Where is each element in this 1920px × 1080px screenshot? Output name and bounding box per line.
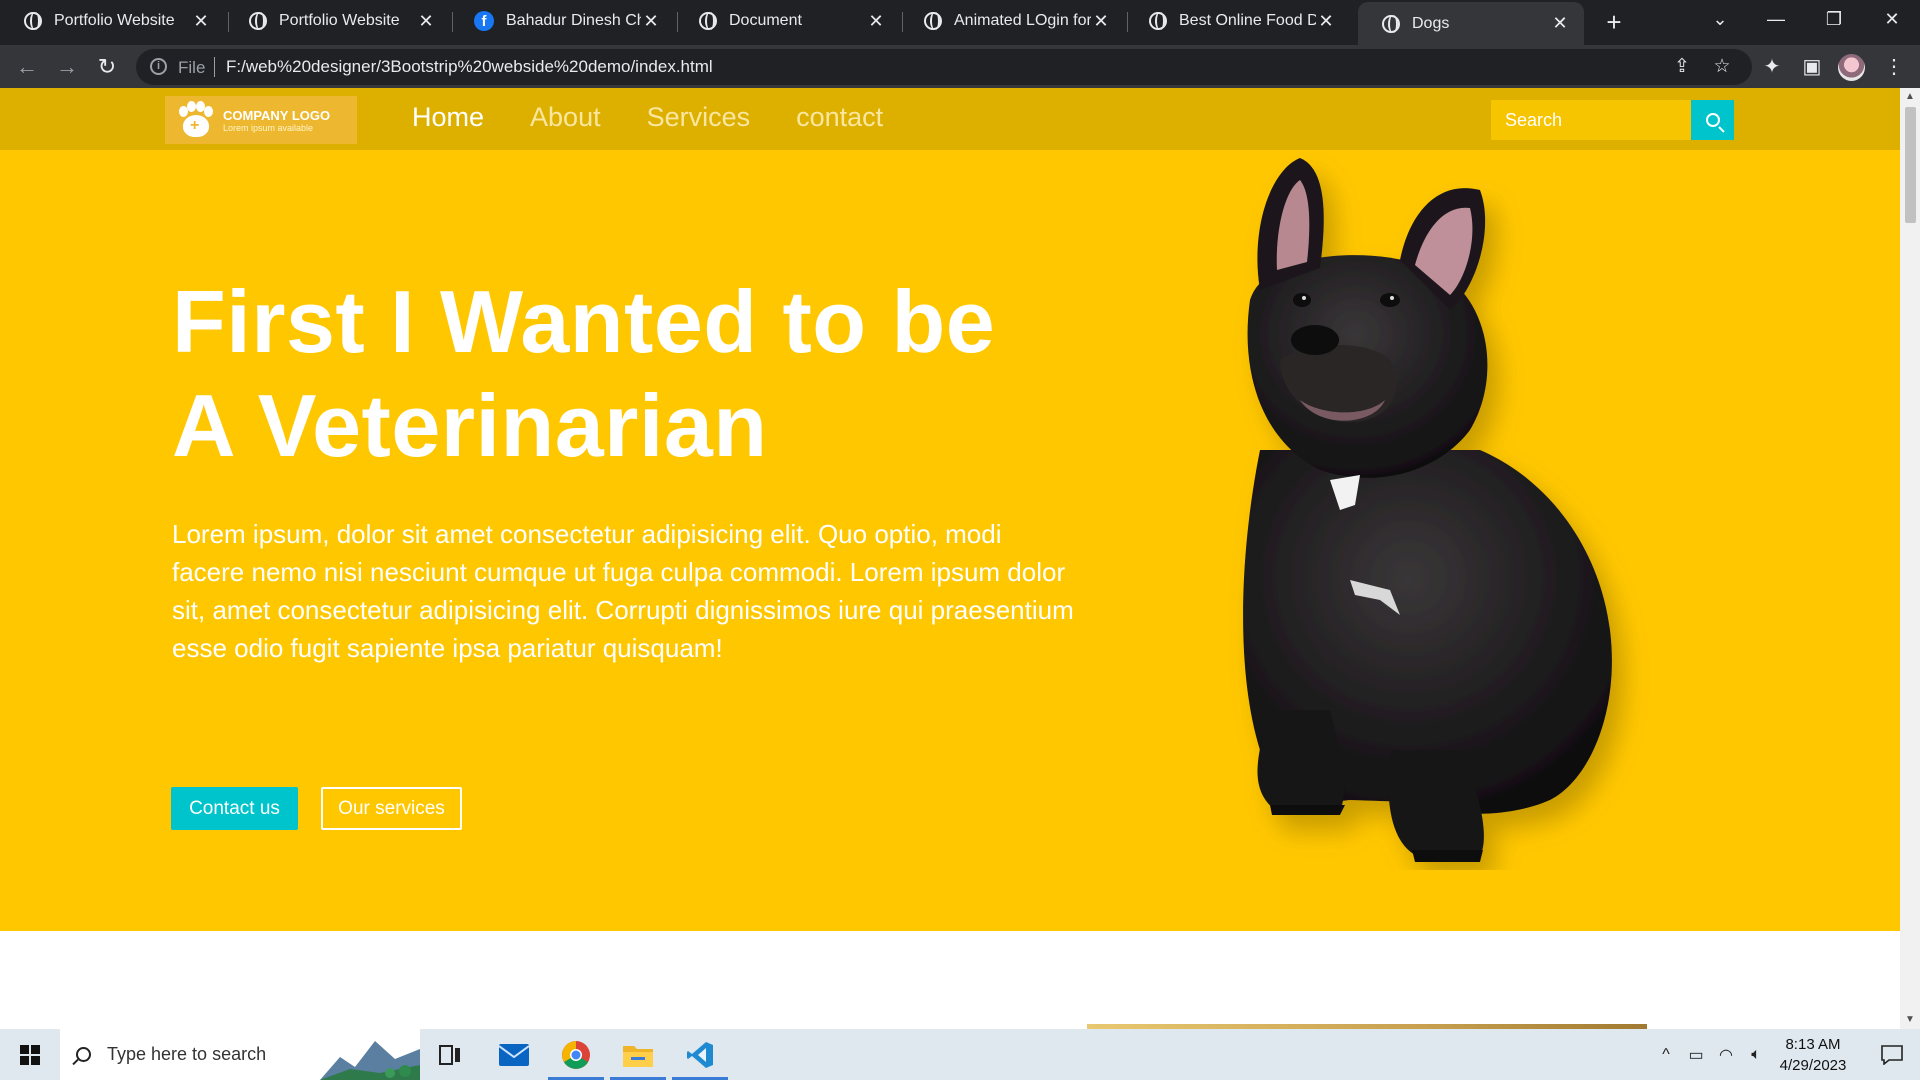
url-text[interactable]: F:/web%20designer/3Bootstrip%20webside%2… bbox=[226, 57, 713, 77]
nav-link-about[interactable]: About bbox=[530, 102, 601, 133]
close-icon[interactable]: ✕ bbox=[1091, 11, 1111, 32]
minimize-button[interactable]: — bbox=[1748, 0, 1804, 40]
globe-icon bbox=[24, 12, 42, 30]
close-icon[interactable]: ✕ bbox=[191, 11, 211, 32]
close-icon[interactable]: ✕ bbox=[641, 11, 661, 32]
globe-icon bbox=[924, 12, 942, 30]
globe-icon bbox=[1382, 14, 1400, 33]
page-viewport: + COMPANY LOGO Lorem ipsum available Hom… bbox=[0, 88, 1920, 1029]
volume-icon[interactable]: 🔈︎ bbox=[1742, 1029, 1770, 1080]
start-button[interactable] bbox=[0, 1029, 60, 1080]
tab-search-chevron-icon[interactable]: ⌄ bbox=[1692, 0, 1748, 40]
task-view-icon[interactable] bbox=[420, 1029, 480, 1080]
browser-tab-active[interactable]: Dogs ✕ bbox=[1358, 2, 1584, 45]
site-navbar: + COMPANY LOGO Lorem ipsum available Hom… bbox=[0, 88, 1900, 150]
site-search-input[interactable]: Search bbox=[1491, 100, 1691, 140]
browser-toolbar: ← → ↻ i File F:/web%20designer/3Bootstri… bbox=[0, 45, 1920, 88]
browser-tab[interactable]: Animated LOgin form ✕ bbox=[900, 0, 1125, 42]
scrollbar-thumb[interactable] bbox=[1905, 107, 1916, 223]
nav-link-contact[interactable]: contact bbox=[796, 102, 883, 133]
share-icon[interactable]: ⇪ bbox=[1670, 55, 1694, 79]
restore-button[interactable]: ❐ bbox=[1806, 0, 1862, 40]
browser-tab[interactable]: Document ✕ bbox=[675, 0, 900, 42]
company-logo[interactable]: + COMPANY LOGO Lorem ipsum available bbox=[165, 96, 357, 144]
search-button[interactable] bbox=[1691, 100, 1734, 140]
logo-title: COMPANY LOGO bbox=[223, 107, 331, 123]
close-icon[interactable]: ✕ bbox=[1316, 11, 1336, 32]
windows-logo-icon bbox=[20, 1044, 40, 1065]
search-icon bbox=[76, 1047, 91, 1062]
close-icon[interactable]: ✕ bbox=[1550, 13, 1570, 34]
scroll-down-arrow-icon[interactable]: ▼ bbox=[1900, 1011, 1920, 1029]
search-icon bbox=[1705, 113, 1720, 127]
globe-icon bbox=[1149, 12, 1167, 30]
logo-subtitle: Lorem ipsum available bbox=[223, 122, 314, 133]
paw-icon: + bbox=[177, 101, 215, 139]
facebook-icon: f bbox=[474, 11, 494, 31]
browser-tab[interactable]: Portfolio Website ✕ bbox=[0, 0, 225, 42]
tab-title: Portfolio Website bbox=[279, 12, 400, 29]
info-icon[interactable]: i bbox=[150, 58, 167, 75]
scroll-up-arrow-icon[interactable]: ▲ bbox=[1900, 88, 1920, 106]
reload-icon[interactable]: ↻ bbox=[91, 51, 123, 83]
profile-avatar[interactable] bbox=[1838, 54, 1865, 81]
browser-tab[interactable]: f Bahadur Dinesh Chan ✕ bbox=[450, 0, 675, 42]
hero-title-line-2: A Veterinarian bbox=[172, 376, 768, 475]
taskbar-search-placeholder: Type here to search bbox=[107, 1044, 267, 1064]
globe-icon bbox=[249, 12, 267, 30]
taskbar-search-box[interactable]: Type here to search bbox=[60, 1029, 420, 1080]
forward-arrow-icon[interactable]: → bbox=[51, 51, 83, 83]
tab-title: Portfolio Website bbox=[54, 12, 175, 29]
browser-tab-strip: Portfolio Website ✕ Portfolio Website ✕ … bbox=[0, 0, 1920, 45]
search-highlight-illustration bbox=[320, 1041, 420, 1080]
globe-icon bbox=[699, 12, 717, 30]
mail-icon[interactable] bbox=[484, 1029, 544, 1080]
bookmark-star-icon[interactable]: ☆ bbox=[1710, 55, 1734, 79]
browser-tab[interactable]: Portfolio Website ✕ bbox=[225, 0, 450, 42]
tab-title: Document bbox=[729, 12, 802, 29]
clock-time: 8:13 AM bbox=[1785, 1036, 1841, 1053]
clock-date: 4/29/2023 bbox=[1779, 1057, 1847, 1074]
system-clock[interactable]: 8:13 AM 4/29/2023 bbox=[1770, 1034, 1856, 1076]
file-explorer-icon[interactable] bbox=[608, 1029, 668, 1080]
back-arrow-icon[interactable]: ← bbox=[11, 51, 43, 83]
contact-us-button[interactable]: Contact us bbox=[171, 787, 298, 830]
nav-link-services[interactable]: Services bbox=[647, 102, 751, 133]
hero-title-line-1: First I Wanted to be bbox=[172, 272, 996, 371]
close-icon[interactable]: ✕ bbox=[416, 11, 436, 32]
tab-title: Animated LOgin form bbox=[954, 12, 1091, 29]
french-bulldog-image bbox=[1243, 158, 1612, 862]
main-menu: Home About Services contact bbox=[412, 102, 883, 133]
scheme-label: File bbox=[178, 58, 206, 77]
chrome-icon[interactable] bbox=[546, 1029, 606, 1080]
extensions-puzzle-icon[interactable]: ✦ bbox=[1758, 53, 1786, 81]
vscode-icon[interactable] bbox=[670, 1029, 730, 1080]
window-close-button[interactable]: ✕ bbox=[1864, 0, 1920, 40]
hero-title: First I Wanted to be A Veterinarian bbox=[172, 270, 1122, 478]
side-panel-icon[interactable]: ▣ bbox=[1798, 53, 1826, 81]
tab-title: Bahadur Dinesh Chan bbox=[506, 12, 641, 29]
hero-paragraph: Lorem ipsum, dolor sit amet consectetur … bbox=[172, 519, 1074, 663]
tab-title: Best Online Food Deli bbox=[1179, 12, 1316, 29]
notifications-icon[interactable] bbox=[1864, 1029, 1920, 1080]
show-hidden-icons-chevron-icon[interactable]: ^ bbox=[1652, 1029, 1680, 1080]
windows-taskbar: Type here to search ^ ▭ ◠ 🔈︎ 8:13 AM 4/2… bbox=[0, 1029, 1920, 1080]
vertical-scrollbar[interactable]: ▲ ▼ bbox=[1900, 88, 1920, 1029]
tab-title: Dogs bbox=[1412, 14, 1450, 32]
menu-kebab-icon[interactable]: ⋮ bbox=[1880, 53, 1908, 81]
new-tab-button[interactable]: + bbox=[1598, 6, 1630, 38]
our-services-button[interactable]: Our services bbox=[321, 787, 462, 830]
wifi-icon[interactable]: ◠ bbox=[1712, 1029, 1740, 1080]
address-divider bbox=[214, 57, 215, 77]
close-icon[interactable]: ✕ bbox=[866, 11, 886, 32]
address-bar[interactable]: i File F:/web%20designer/3Bootstrip%20we… bbox=[136, 49, 1752, 85]
battery-icon[interactable]: ▭ bbox=[1682, 1029, 1710, 1080]
browser-tab[interactable]: Best Online Food Deli ✕ bbox=[1125, 0, 1350, 42]
nav-link-home[interactable]: Home bbox=[412, 102, 484, 133]
